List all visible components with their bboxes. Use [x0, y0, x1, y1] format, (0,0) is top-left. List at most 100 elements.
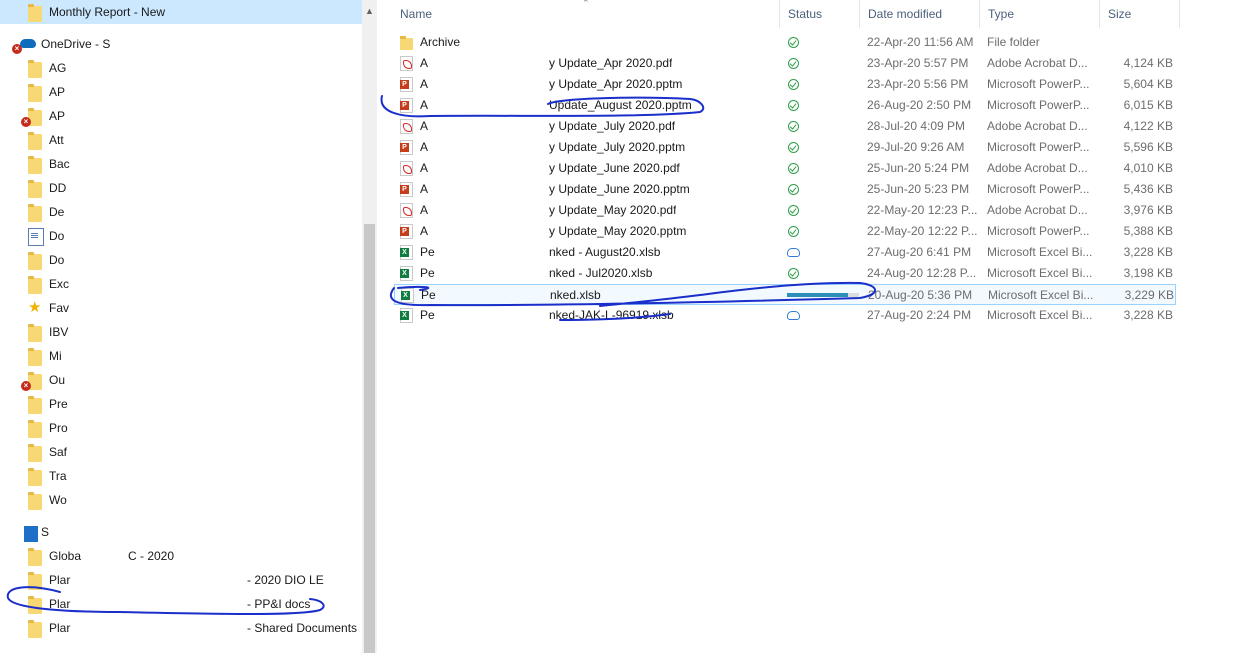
- file-date-modified: 22-Apr-20 11:56 AM: [867, 35, 974, 49]
- file-row[interactable]: A Update_August 2020.pptm 26-Aug-20 2:50 P…: [394, 95, 1176, 116]
- nav-item-label-tail: - PP&I docs: [247, 597, 311, 611]
- file-row[interactable]: Pe nked - August20.xlsb 27-Aug-20 6:41 PM M…: [394, 242, 1176, 263]
- file-row[interactable]: Ay Update_July 2020.pdf 28-Jul-20 4:09 PM…: [394, 116, 1176, 137]
- nav-item[interactable]: Att: [0, 128, 362, 152]
- file-name: y Update_June 2020.pdf: [549, 161, 680, 175]
- star-icon: ★: [28, 299, 42, 316]
- nav-item[interactable]: Do: [0, 224, 362, 248]
- status-cloud-icon: [787, 248, 800, 257]
- nav-item-label: Pro: [49, 421, 68, 435]
- file-name-start: A: [420, 77, 429, 91]
- column-header-date-modified[interactable]: Date modified: [860, 0, 980, 28]
- file-size: 5,436 KB: [1123, 182, 1173, 196]
- folder-icon: [28, 468, 42, 486]
- file-type: Microsoft Excel Bi...: [987, 245, 1093, 259]
- folder-icon: [28, 572, 42, 590]
- nav-item[interactable]: Tra: [0, 464, 362, 488]
- file-row[interactable]: Ay Update_June 2020.pdf 25-Jun-20 5:24 PM…: [394, 158, 1176, 179]
- nav-item[interactable]: Pre: [0, 392, 362, 416]
- file-name: y Update_Apr 2020.pdf: [549, 56, 673, 70]
- file-type: Microsoft Excel Bi...: [987, 266, 1093, 280]
- nav-item[interactable]: Plar - 2020 DIO LE: [0, 568, 362, 592]
- nav-item[interactable]: Plar - PP&I docs: [0, 592, 362, 616]
- nav-item[interactable]: Bac: [0, 152, 362, 176]
- file-type: Adobe Acrobat D...: [987, 56, 1088, 70]
- pdf-icon: [400, 203, 413, 218]
- file-date-modified: 23-Apr-20 5:56 PM: [867, 77, 969, 91]
- nav-item[interactable]: Plar - Shared Documents: [0, 616, 362, 640]
- nav-item[interactable]: Wo: [0, 488, 362, 512]
- nav-item-label-tail: - 2020 DIO LE: [247, 573, 324, 587]
- file-date-modified: 22-May-20 12:23 P...: [867, 203, 978, 217]
- excel-icon: [400, 245, 413, 260]
- folder-icon: [28, 324, 42, 342]
- sharepoint-building-icon: [24, 526, 38, 542]
- nav-item[interactable]: S: [0, 520, 362, 544]
- file-name-start: A: [420, 140, 429, 154]
- nav-item-label: Plar: [49, 597, 71, 611]
- file-row[interactable]: Ay Update_May 2020.pdf 22-May-20 12:23 P.…: [394, 200, 1176, 221]
- column-header-status[interactable]: Status: [780, 0, 860, 28]
- nav-item[interactable]: De: [0, 200, 362, 224]
- folder-icon: [28, 596, 42, 614]
- file-row[interactable]: Pe nked - Jul2020.xlsb 24-Aug-20 12:28 P..…: [394, 263, 1176, 284]
- file-row[interactable]: Ay Update_May 2020.pptm 22-May-20 12:22 P…: [394, 221, 1176, 242]
- navigation-pane: Monthly Report - New × OneDrive - S AG AP × AP…: [0, 0, 377, 653]
- column-header-size[interactable]: Size: [1100, 0, 1180, 28]
- folder-icon: [400, 36, 413, 50]
- folder-icon: [28, 348, 42, 366]
- file-name: nked - Jul2020.xlsb: [549, 266, 653, 280]
- file-name: nked.xlsb: [550, 288, 601, 302]
- file-row[interactable]: Ay Update_July 2020.pptm 29-Jul-20 9:26 A…: [394, 137, 1176, 158]
- column-header-type[interactable]: Type: [980, 0, 1100, 28]
- nav-item[interactable]: Globa C - 2020: [0, 544, 362, 568]
- nav-item[interactable]: AP: [0, 80, 362, 104]
- nav-item-label: Tra: [49, 469, 67, 483]
- sync-error-icon: ×: [21, 117, 31, 127]
- sort-up-icon: ⌃: [582, 0, 590, 8]
- powerpoint-icon: [400, 140, 413, 155]
- file-row[interactable]: Archive 22-Apr-20 11:56 AM File folder: [394, 32, 1176, 53]
- nav-item-label: AG: [49, 61, 67, 75]
- nav-item[interactable]: Saf: [0, 440, 362, 464]
- nav-item[interactable]: IBV: [0, 320, 362, 344]
- nav-item[interactable]: Pro: [0, 416, 362, 440]
- status-synced-check-icon: [788, 205, 799, 216]
- nav-item[interactable]: ★ Fav: [0, 296, 362, 320]
- nav-item[interactable]: Exc: [0, 272, 362, 296]
- file-size: 5,604 KB: [1123, 77, 1173, 91]
- file-size: 3,198 KB: [1123, 266, 1173, 280]
- nav-scrollbar-thumb[interactable]: [364, 224, 375, 653]
- nav-item[interactable]: Do: [0, 248, 362, 272]
- nav-item[interactable]: Mi: [0, 344, 362, 368]
- file-row[interactable]: Ay Update_June 2020.pptm 25-Jun-20 5:23 P…: [394, 179, 1176, 200]
- nav-item-label: Ou: [49, 373, 66, 387]
- file-name: y Update_May 2020.pptm: [549, 224, 687, 238]
- nav-scroll-up-arrow-icon[interactable]: ▲: [362, 0, 377, 22]
- nav-item[interactable]: Monthly Report - New: [0, 0, 362, 24]
- file-name: y Update_July 2020.pdf: [549, 119, 676, 133]
- file-row[interactable]: Pe nked.xlsb 20-Aug-20 5:36 PM Microsoft Ex…: [394, 284, 1176, 305]
- status-synced-check-icon: [788, 37, 799, 48]
- folder-icon: [28, 60, 42, 78]
- nav-item-label: Monthly Report - New: [49, 5, 166, 19]
- folder-icon: [28, 180, 42, 198]
- nav-item[interactable]: × OneDrive - S: [0, 32, 362, 56]
- file-size: 3,228 KB: [1123, 245, 1173, 259]
- file-date-modified: 23-Apr-20 5:57 PM: [867, 56, 969, 70]
- file-size: 5,596 KB: [1123, 140, 1173, 154]
- nav-item[interactable]: × Ou: [0, 368, 362, 392]
- nav-item[interactable]: AG: [0, 56, 362, 80]
- nav-item-label: DD: [49, 181, 67, 195]
- file-row[interactable]: Pe nked-JAK-L-96919.xlsb 27-Aug-20 2:24 PM…: [394, 305, 1176, 326]
- file-row[interactable]: Ay Update_Apr 2020.pptm 23-Apr-20 5:56 PM…: [394, 74, 1176, 95]
- powerpoint-icon: [400, 224, 413, 239]
- nav-item[interactable]: × AP: [0, 104, 362, 128]
- nav-item[interactable]: DD: [0, 176, 362, 200]
- file-row[interactable]: Ay Update_Apr 2020.pdf 23-Apr-20 5:57 PM A…: [394, 53, 1176, 74]
- file-name-start: A: [420, 119, 429, 133]
- powerpoint-icon: [400, 77, 413, 92]
- status-synced-check-icon: [788, 226, 799, 237]
- column-header: Name ⌃ Status Date modified Type Size: [378, 0, 1183, 28]
- sync-progress-bar: [787, 293, 859, 297]
